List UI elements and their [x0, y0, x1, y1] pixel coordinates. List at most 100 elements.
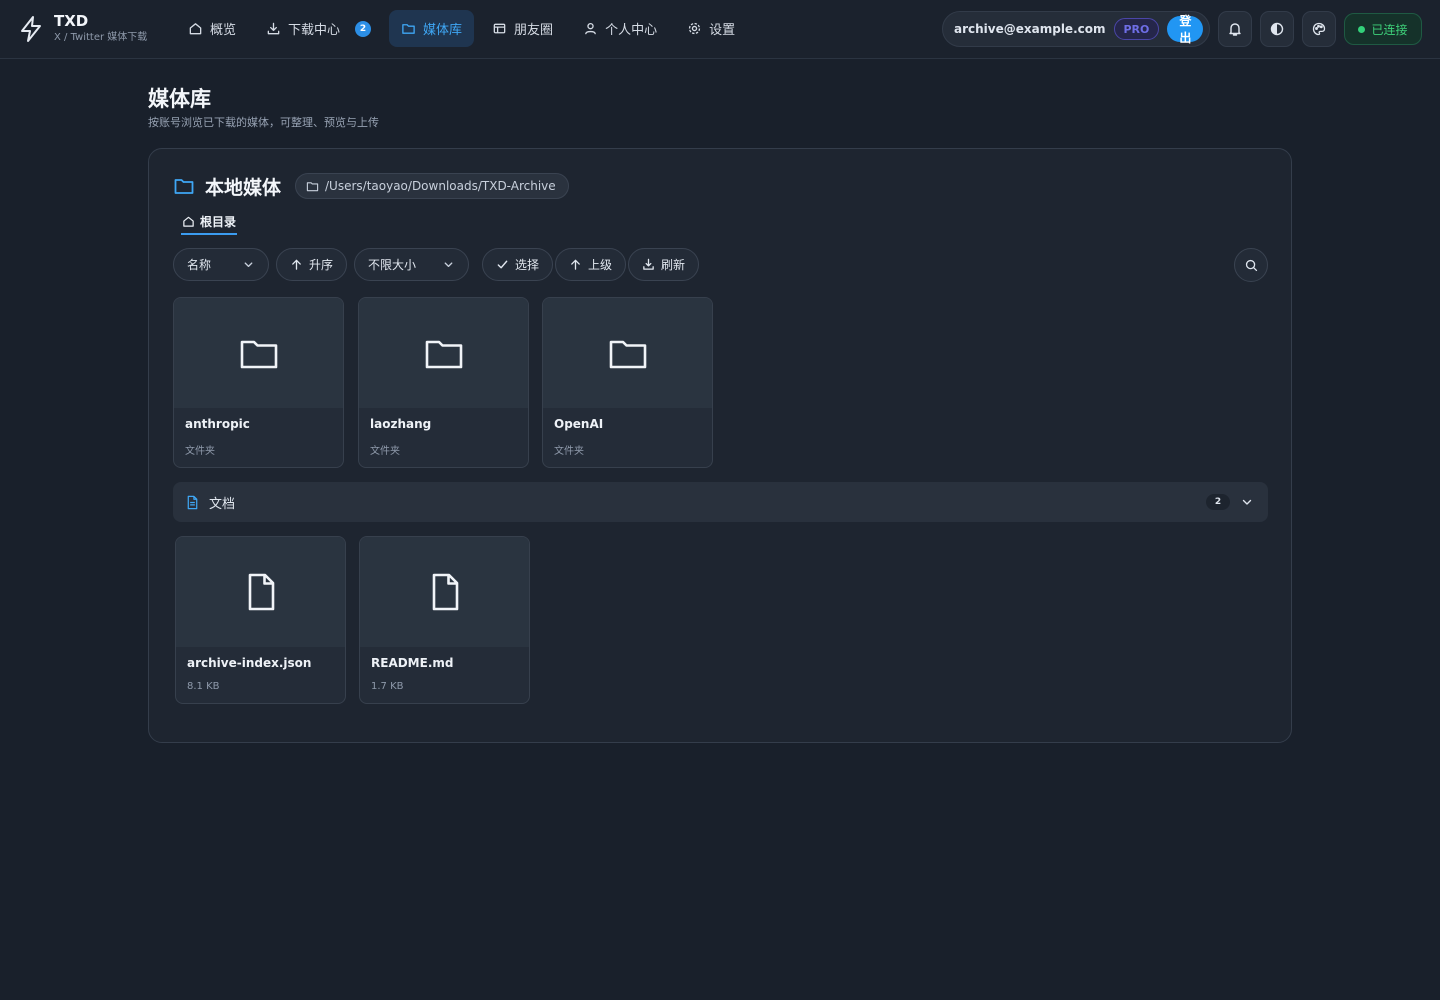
- contrast-icon: [1270, 22, 1284, 36]
- file-thumbnail: [176, 537, 345, 647]
- nav-overview-label: 概览: [210, 23, 237, 38]
- brand-name: TXD: [54, 12, 89, 30]
- refresh-label: 刷新: [661, 258, 686, 272]
- size-filter-value: 不限大小: [368, 258, 417, 272]
- file-card[interactable]: archive-index.json 8.1 KB: [175, 536, 346, 704]
- folder-icon: [609, 340, 646, 369]
- download-icon: [643, 258, 654, 270]
- notifications-button[interactable]: [1218, 11, 1252, 47]
- folder-icon: [425, 340, 462, 369]
- file-card[interactable]: README.md 1.7 KB: [359, 536, 530, 704]
- sort-field-select[interactable]: 名称: [173, 248, 269, 281]
- nav-profile[interactable]: 个人中心: [571, 10, 669, 47]
- theme-toggle-button[interactable]: [1260, 11, 1294, 47]
- folder-thumbnail: [359, 298, 528, 408]
- file-name: README.md: [371, 656, 454, 670]
- folder-icon: [306, 181, 319, 191]
- sort-order-label: 升序: [309, 258, 334, 272]
- archive-path: /Users/taoyao/Downloads/TXD-Archive: [325, 179, 556, 193]
- folder-name: OpenAI: [554, 417, 604, 431]
- user-icon: [585, 22, 596, 35]
- brand-subtitle: X / Twitter 媒体下载: [54, 32, 148, 43]
- file-icon: [248, 573, 274, 611]
- nav-media-library[interactable]: 媒体库: [389, 10, 475, 47]
- folder-icon: [174, 179, 194, 194]
- search-button[interactable]: [1234, 248, 1268, 282]
- file-thumbnail: [360, 537, 529, 647]
- documents-count-badge: 2: [1206, 494, 1230, 510]
- folder-type: 文件夹: [185, 446, 215, 457]
- sort-field-value: 名称: [187, 258, 212, 272]
- panel-title: 本地媒体: [205, 176, 282, 199]
- download-icon: [267, 22, 280, 35]
- file-icon: [432, 573, 458, 611]
- local-media-panel: 本地媒体 /Users/taoyao/Downloads/TXD-Archive…: [148, 148, 1292, 743]
- page-title: 媒体库: [148, 87, 211, 111]
- nav-downloads-label: 下载中心: [288, 23, 341, 38]
- toolbar: 名称 升序 不限大小 选择 上级 刷新: [173, 248, 700, 281]
- folder-name: laozhang: [370, 417, 432, 431]
- palette-icon: [1312, 22, 1326, 36]
- downloads-count-badge: 2: [355, 20, 372, 37]
- pro-badge: PRO: [1113, 18, 1160, 40]
- documents-section-header[interactable]: 文档 2: [173, 482, 1268, 522]
- nav-overview[interactable]: 概览: [176, 10, 248, 47]
- folder-type: 文件夹: [370, 446, 400, 457]
- parent-dir-button[interactable]: 上级: [555, 248, 627, 281]
- folder-card[interactable]: laozhang 文件夹: [358, 297, 529, 468]
- breadcrumb-root[interactable]: 根目录: [181, 213, 238, 235]
- nav-settings[interactable]: 设置: [675, 10, 747, 47]
- documents-section-label: 文档: [209, 496, 236, 512]
- search-icon: [1245, 259, 1257, 271]
- home-icon: [189, 23, 202, 35]
- palette-button[interactable]: [1302, 11, 1336, 47]
- brand[interactable]: TXD X / Twitter 媒体下载: [54, 12, 147, 45]
- file-size: 8.1 KB: [187, 681, 220, 692]
- nav-settings-label: 设置: [709, 23, 736, 38]
- panel-header: 本地媒体 /Users/taoyao/Downloads/TXD-Archive: [173, 173, 569, 199]
- nav-profile-label: 个人中心: [605, 23, 658, 38]
- folder-name: anthropic: [185, 417, 250, 431]
- connection-status-label: 已连接: [1371, 22, 1408, 37]
- account-pill: archive@example.com PRO 登出: [942, 11, 1210, 47]
- chevron-down-icon: [244, 262, 253, 268]
- page-subtitle: 按账号浏览已下载的媒体，可整理、预览与上传: [148, 116, 379, 129]
- bell-icon: [1229, 23, 1241, 36]
- nav-downloads[interactable]: 下载中心 2: [254, 10, 383, 47]
- breadcrumb-root-label: 根目录: [200, 214, 237, 229]
- feed-icon: [493, 23, 506, 34]
- lightning-logo-icon[interactable]: [18, 14, 44, 44]
- connection-status: 已连接: [1344, 13, 1422, 45]
- status-dot: [1358, 25, 1366, 33]
- nav-feed-label: 朋友圈: [514, 23, 554, 38]
- refresh-button[interactable]: 刷新: [628, 248, 700, 281]
- chevron-down-icon[interactable]: [1240, 495, 1254, 509]
- document-icon: [187, 495, 198, 509]
- select-button[interactable]: 选择: [482, 248, 554, 281]
- file-name: archive-index.json: [187, 656, 312, 670]
- size-filter-select[interactable]: 不限大小: [354, 248, 470, 281]
- folder-icon: [402, 24, 415, 34]
- logout-button[interactable]: 登出: [1167, 14, 1204, 45]
- folder-card[interactable]: anthropic 文件夹: [173, 297, 344, 468]
- archive-path-chip[interactable]: /Users/taoyao/Downloads/TXD-Archive: [295, 173, 569, 199]
- folder-thumbnail: [174, 298, 343, 408]
- home-icon: [183, 216, 194, 227]
- nav-media-library-label: 媒体库: [423, 23, 463, 38]
- check-icon: [497, 260, 508, 269]
- folder-thumbnail: [543, 298, 712, 408]
- folder-card[interactable]: OpenAI 文件夹: [542, 297, 713, 468]
- parent-dir-label: 上级: [588, 258, 613, 272]
- folder-type: 文件夹: [554, 446, 584, 457]
- select-label: 选择: [515, 258, 540, 272]
- arrow-up-icon: [292, 259, 301, 270]
- file-size: 1.7 KB: [371, 681, 404, 692]
- folder-icon: [240, 340, 277, 369]
- sort-order-button[interactable]: 升序: [276, 248, 348, 281]
- top-bar: TXD X / Twitter 媒体下载 概览 下载中心 2 媒体库 朋友圈 个…: [0, 0, 1440, 59]
- gear-icon: [688, 22, 701, 35]
- arrow-up-icon: [571, 259, 580, 270]
- nav-feed[interactable]: 朋友圈: [480, 10, 565, 47]
- main-nav: 概览 下载中心 2 媒体库 朋友圈 个人中心 设置: [176, 10, 747, 47]
- account-email: archive@example.com: [954, 22, 1106, 36]
